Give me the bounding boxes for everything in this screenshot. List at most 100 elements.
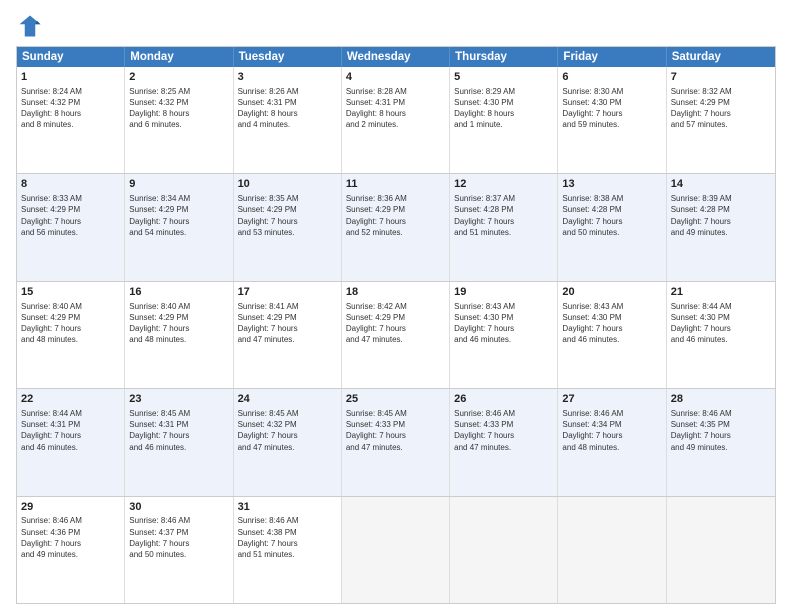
day-number: 15 bbox=[21, 285, 120, 300]
header bbox=[16, 12, 776, 40]
calendar-cell: 15Sunrise: 8:40 AMSunset: 4:29 PMDayligh… bbox=[17, 282, 125, 388]
calendar-row: 22Sunrise: 8:44 AMSunset: 4:31 PMDayligh… bbox=[17, 388, 775, 495]
cell-details: Sunrise: 8:25 AMSunset: 4:32 PMDaylight:… bbox=[129, 86, 228, 131]
cell-details: Sunrise: 8:43 AMSunset: 4:30 PMDaylight:… bbox=[454, 301, 553, 346]
cal-header-cell: Sunday bbox=[17, 47, 125, 67]
calendar-cell bbox=[450, 497, 558, 603]
day-number: 29 bbox=[21, 500, 120, 515]
day-number: 22 bbox=[21, 392, 120, 407]
calendar-cell: 17Sunrise: 8:41 AMSunset: 4:29 PMDayligh… bbox=[234, 282, 342, 388]
calendar-cell: 11Sunrise: 8:36 AMSunset: 4:29 PMDayligh… bbox=[342, 174, 450, 280]
cell-details: Sunrise: 8:33 AMSunset: 4:29 PMDaylight:… bbox=[21, 193, 120, 238]
calendar-cell: 30Sunrise: 8:46 AMSunset: 4:37 PMDayligh… bbox=[125, 497, 233, 603]
cell-details: Sunrise: 8:35 AMSunset: 4:29 PMDaylight:… bbox=[238, 193, 337, 238]
cal-header-cell: Wednesday bbox=[342, 47, 450, 67]
day-number: 25 bbox=[346, 392, 445, 407]
day-number: 1 bbox=[21, 70, 120, 85]
cell-details: Sunrise: 8:44 AMSunset: 4:30 PMDaylight:… bbox=[671, 301, 771, 346]
day-number: 11 bbox=[346, 177, 445, 192]
calendar-cell: 31Sunrise: 8:46 AMSunset: 4:38 PMDayligh… bbox=[234, 497, 342, 603]
calendar-cell: 29Sunrise: 8:46 AMSunset: 4:36 PMDayligh… bbox=[17, 497, 125, 603]
cell-details: Sunrise: 8:38 AMSunset: 4:28 PMDaylight:… bbox=[562, 193, 661, 238]
cell-details: Sunrise: 8:41 AMSunset: 4:29 PMDaylight:… bbox=[238, 301, 337, 346]
day-number: 3 bbox=[238, 70, 337, 85]
calendar-cell: 24Sunrise: 8:45 AMSunset: 4:32 PMDayligh… bbox=[234, 389, 342, 495]
calendar-cell: 5Sunrise: 8:29 AMSunset: 4:30 PMDaylight… bbox=[450, 67, 558, 173]
calendar-cell: 16Sunrise: 8:40 AMSunset: 4:29 PMDayligh… bbox=[125, 282, 233, 388]
calendar-row: 1Sunrise: 8:24 AMSunset: 4:32 PMDaylight… bbox=[17, 67, 775, 173]
calendar: SundayMondayTuesdayWednesdayThursdayFrid… bbox=[16, 46, 776, 604]
calendar-row: 8Sunrise: 8:33 AMSunset: 4:29 PMDaylight… bbox=[17, 173, 775, 280]
cell-details: Sunrise: 8:44 AMSunset: 4:31 PMDaylight:… bbox=[21, 408, 120, 453]
cell-details: Sunrise: 8:43 AMSunset: 4:30 PMDaylight:… bbox=[562, 301, 661, 346]
day-number: 10 bbox=[238, 177, 337, 192]
calendar-cell: 8Sunrise: 8:33 AMSunset: 4:29 PMDaylight… bbox=[17, 174, 125, 280]
calendar-cell: 14Sunrise: 8:39 AMSunset: 4:28 PMDayligh… bbox=[667, 174, 775, 280]
calendar-cell: 20Sunrise: 8:43 AMSunset: 4:30 PMDayligh… bbox=[558, 282, 666, 388]
calendar-cell: 4Sunrise: 8:28 AMSunset: 4:31 PMDaylight… bbox=[342, 67, 450, 173]
calendar-cell bbox=[558, 497, 666, 603]
cal-header-cell: Tuesday bbox=[234, 47, 342, 67]
cell-details: Sunrise: 8:30 AMSunset: 4:30 PMDaylight:… bbox=[562, 86, 661, 131]
cal-header-cell: Saturday bbox=[667, 47, 775, 67]
day-number: 27 bbox=[562, 392, 661, 407]
day-number: 4 bbox=[346, 70, 445, 85]
calendar-cell: 21Sunrise: 8:44 AMSunset: 4:30 PMDayligh… bbox=[667, 282, 775, 388]
cell-details: Sunrise: 8:45 AMSunset: 4:32 PMDaylight:… bbox=[238, 408, 337, 453]
cell-details: Sunrise: 8:46 AMSunset: 4:37 PMDaylight:… bbox=[129, 515, 228, 560]
day-number: 20 bbox=[562, 285, 661, 300]
day-number: 2 bbox=[129, 70, 228, 85]
day-number: 8 bbox=[21, 177, 120, 192]
day-number: 12 bbox=[454, 177, 553, 192]
cell-details: Sunrise: 8:46 AMSunset: 4:36 PMDaylight:… bbox=[21, 515, 120, 560]
logo-icon bbox=[16, 12, 44, 40]
cell-details: Sunrise: 8:36 AMSunset: 4:29 PMDaylight:… bbox=[346, 193, 445, 238]
calendar-cell: 23Sunrise: 8:45 AMSunset: 4:31 PMDayligh… bbox=[125, 389, 233, 495]
cal-header-cell: Thursday bbox=[450, 47, 558, 67]
day-number: 21 bbox=[671, 285, 771, 300]
calendar-cell: 6Sunrise: 8:30 AMSunset: 4:30 PMDaylight… bbox=[558, 67, 666, 173]
day-number: 13 bbox=[562, 177, 661, 192]
day-number: 30 bbox=[129, 500, 228, 515]
calendar-cell: 26Sunrise: 8:46 AMSunset: 4:33 PMDayligh… bbox=[450, 389, 558, 495]
cell-details: Sunrise: 8:28 AMSunset: 4:31 PMDaylight:… bbox=[346, 86, 445, 131]
cell-details: Sunrise: 8:42 AMSunset: 4:29 PMDaylight:… bbox=[346, 301, 445, 346]
cell-details: Sunrise: 8:26 AMSunset: 4:31 PMDaylight:… bbox=[238, 86, 337, 131]
calendar-cell: 18Sunrise: 8:42 AMSunset: 4:29 PMDayligh… bbox=[342, 282, 450, 388]
cell-details: Sunrise: 8:46 AMSunset: 4:34 PMDaylight:… bbox=[562, 408, 661, 453]
cell-details: Sunrise: 8:32 AMSunset: 4:29 PMDaylight:… bbox=[671, 86, 771, 131]
day-number: 16 bbox=[129, 285, 228, 300]
calendar-cell: 7Sunrise: 8:32 AMSunset: 4:29 PMDaylight… bbox=[667, 67, 775, 173]
calendar-cell: 10Sunrise: 8:35 AMSunset: 4:29 PMDayligh… bbox=[234, 174, 342, 280]
cal-header-cell: Friday bbox=[558, 47, 666, 67]
cell-details: Sunrise: 8:45 AMSunset: 4:33 PMDaylight:… bbox=[346, 408, 445, 453]
day-number: 24 bbox=[238, 392, 337, 407]
calendar-cell: 12Sunrise: 8:37 AMSunset: 4:28 PMDayligh… bbox=[450, 174, 558, 280]
calendar-row: 29Sunrise: 8:46 AMSunset: 4:36 PMDayligh… bbox=[17, 496, 775, 603]
cell-details: Sunrise: 8:24 AMSunset: 4:32 PMDaylight:… bbox=[21, 86, 120, 131]
day-number: 7 bbox=[671, 70, 771, 85]
calendar-cell: 13Sunrise: 8:38 AMSunset: 4:28 PMDayligh… bbox=[558, 174, 666, 280]
day-number: 9 bbox=[129, 177, 228, 192]
calendar-cell: 19Sunrise: 8:43 AMSunset: 4:30 PMDayligh… bbox=[450, 282, 558, 388]
day-number: 18 bbox=[346, 285, 445, 300]
cell-details: Sunrise: 8:40 AMSunset: 4:29 PMDaylight:… bbox=[129, 301, 228, 346]
calendar-cell bbox=[342, 497, 450, 603]
calendar-cell: 1Sunrise: 8:24 AMSunset: 4:32 PMDaylight… bbox=[17, 67, 125, 173]
day-number: 19 bbox=[454, 285, 553, 300]
calendar-cell: 3Sunrise: 8:26 AMSunset: 4:31 PMDaylight… bbox=[234, 67, 342, 173]
day-number: 6 bbox=[562, 70, 661, 85]
cell-details: Sunrise: 8:29 AMSunset: 4:30 PMDaylight:… bbox=[454, 86, 553, 131]
calendar-cell bbox=[667, 497, 775, 603]
calendar-body: 1Sunrise: 8:24 AMSunset: 4:32 PMDaylight… bbox=[17, 67, 775, 603]
cell-details: Sunrise: 8:40 AMSunset: 4:29 PMDaylight:… bbox=[21, 301, 120, 346]
day-number: 31 bbox=[238, 500, 337, 515]
calendar-header: SundayMondayTuesdayWednesdayThursdayFrid… bbox=[17, 47, 775, 67]
day-number: 26 bbox=[454, 392, 553, 407]
day-number: 14 bbox=[671, 177, 771, 192]
calendar-cell: 9Sunrise: 8:34 AMSunset: 4:29 PMDaylight… bbox=[125, 174, 233, 280]
cell-details: Sunrise: 8:46 AMSunset: 4:38 PMDaylight:… bbox=[238, 515, 337, 560]
cell-details: Sunrise: 8:46 AMSunset: 4:35 PMDaylight:… bbox=[671, 408, 771, 453]
cal-header-cell: Monday bbox=[125, 47, 233, 67]
cell-details: Sunrise: 8:39 AMSunset: 4:28 PMDaylight:… bbox=[671, 193, 771, 238]
